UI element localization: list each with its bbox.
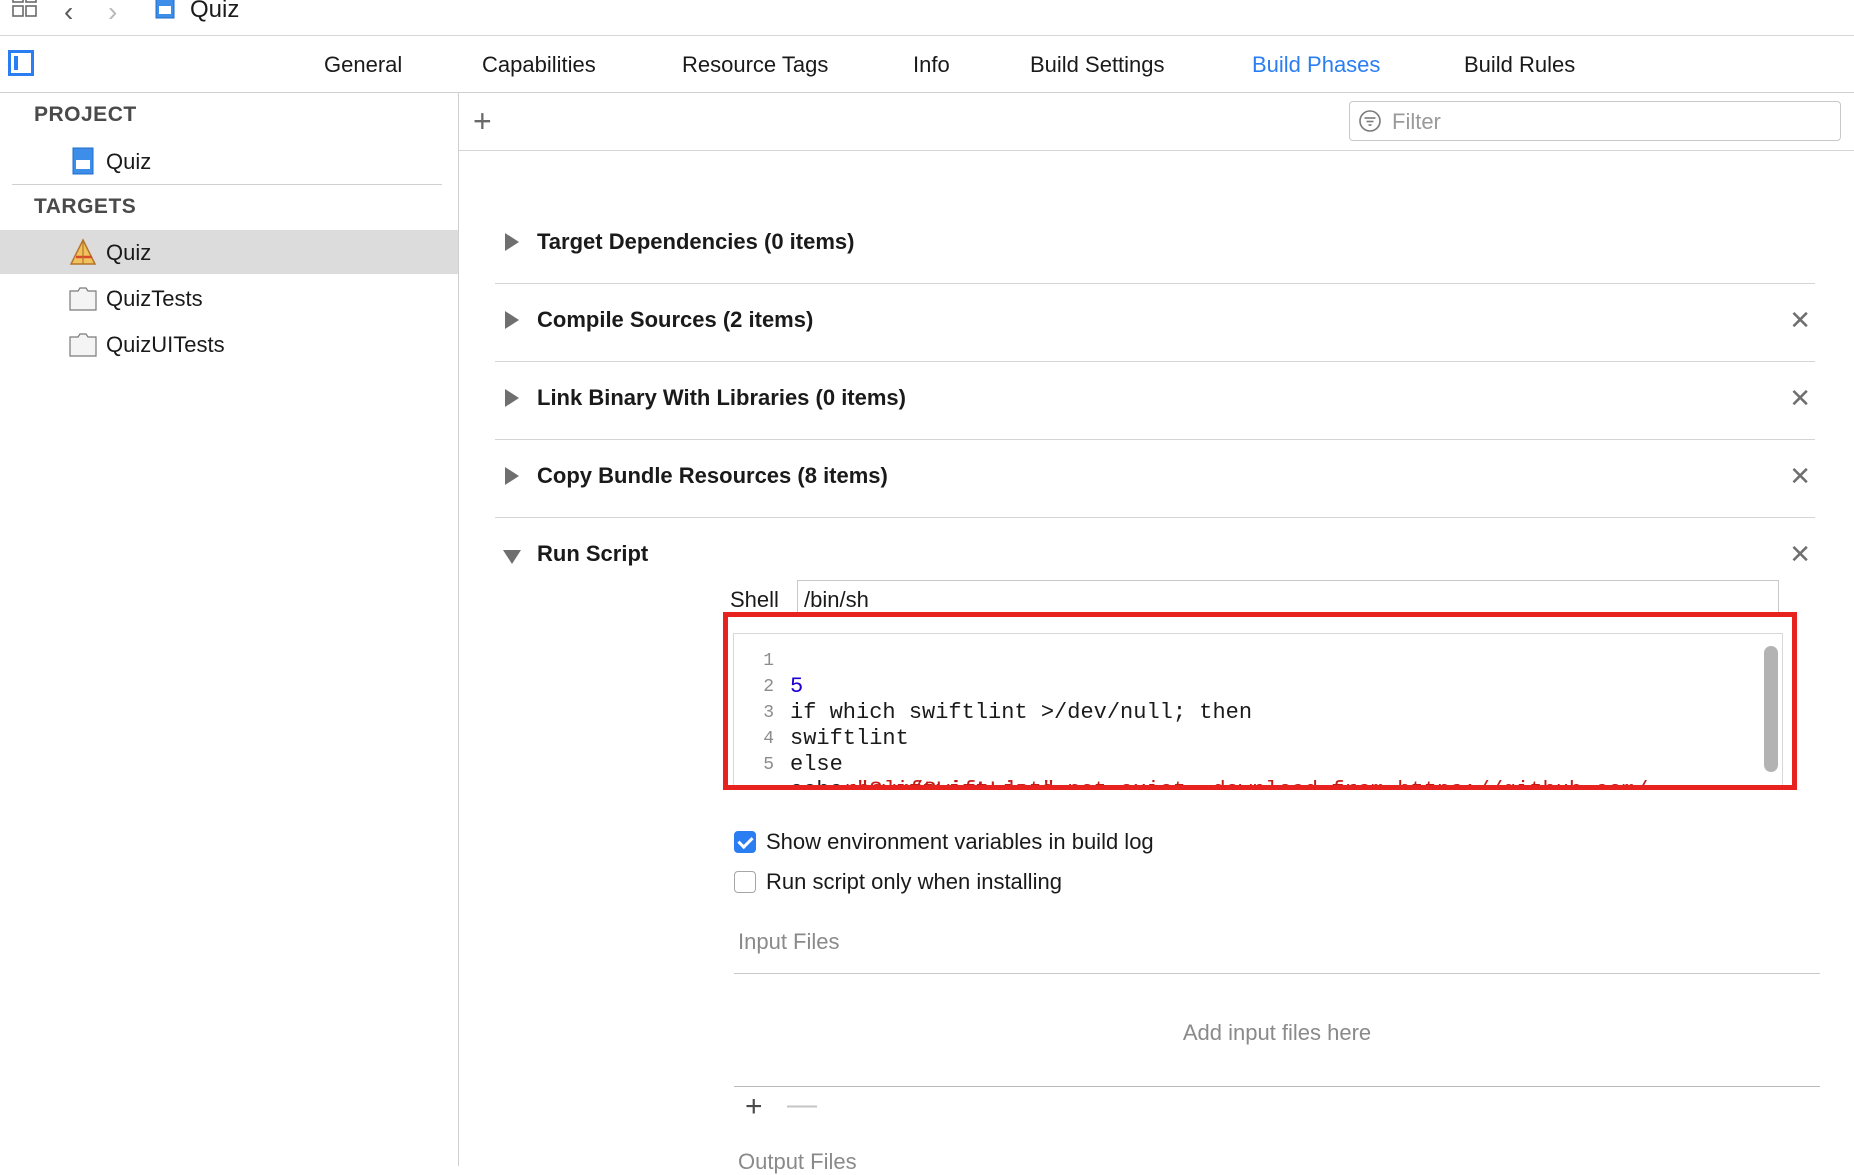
- show-env-checkbox[interactable]: [734, 831, 756, 853]
- sidebar-item-label: Quiz: [106, 149, 152, 174]
- breadcrumb-project[interactable]: Quiz: [190, 0, 239, 24]
- back-chevron-icon[interactable]: ‹: [64, 0, 73, 28]
- run-script-details: Shell /bin/sh 1 5 2 if which swiftlint >…: [459, 0, 1854, 1174]
- tab-general[interactable]: General: [324, 52, 402, 78]
- project-file-icon: [155, 0, 175, 19]
- project-section-header: PROJECT: [34, 103, 137, 126]
- sidebar-item-label: Quiz: [106, 240, 152, 265]
- shell-label: Shell: [730, 587, 779, 612]
- targets-section-header: TARGETS: [34, 195, 137, 218]
- forward-chevron-icon[interactable]: ›: [108, 0, 117, 28]
- test-bundle-icon: [69, 287, 97, 311]
- grid-icon[interactable]: [12, 0, 38, 20]
- input-files-header: Input Files: [738, 929, 840, 954]
- install-only-checkbox[interactable]: [734, 871, 756, 893]
- show-env-label: Show environment variables in build log: [766, 829, 1154, 854]
- sidebar-item-label: QuizUITests: [106, 332, 225, 357]
- input-files-placeholder: Add input files here: [1182, 1020, 1372, 1045]
- sidebar-divider: [12, 184, 442, 185]
- build-phases-editor: + Target Dependencies (0 items) Compile …: [459, 93, 1854, 1174]
- plus-icon[interactable]: +: [745, 1090, 763, 1124]
- sidebar-item-target-quizuitests[interactable]: QuizUITests: [0, 322, 458, 366]
- sidebar-item-project-quiz[interactable]: Quiz: [0, 139, 458, 183]
- project-target-sidebar: PROJECT Quiz TARGETS Quiz QuizTests Quiz…: [0, 93, 459, 1166]
- sidebar-toggle-icon[interactable]: [8, 50, 34, 76]
- app-target-icon: [69, 238, 97, 265]
- highlight-box: [723, 612, 1797, 790]
- test-bundle-icon: [69, 333, 97, 357]
- shell-value: /bin/sh: [804, 587, 869, 612]
- sidebar-item-target-quiztests[interactable]: QuizTests: [0, 276, 458, 320]
- sidebar-item-label: QuizTests: [106, 286, 203, 311]
- input-files-bottom-rule: [734, 1086, 1820, 1087]
- output-files-header: Output Files: [738, 1149, 857, 1174]
- minus-icon[interactable]: —: [787, 1088, 817, 1122]
- project-file-icon: [72, 147, 94, 175]
- sidebar-item-target-quiz[interactable]: Quiz: [0, 230, 458, 274]
- input-files-top-rule: [734, 973, 1820, 974]
- install-only-label: Run script only when installing: [766, 869, 1062, 894]
- shell-field[interactable]: /bin/sh: [797, 580, 1779, 616]
